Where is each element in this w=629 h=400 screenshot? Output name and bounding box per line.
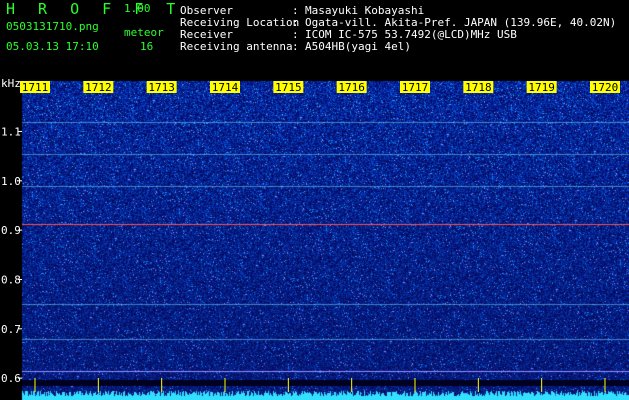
receiver-value: ICOM IC-575 53.7492(@LCD)MHz USB bbox=[305, 28, 517, 41]
time-tick-label: 1719 bbox=[528, 81, 555, 94]
observer-value: Masayuki Kobayashi bbox=[305, 4, 425, 17]
spectrogram-panel: kHz 1711 1712 1713 1714 1715 1716 1717 1718 1719… bbox=[0, 78, 629, 400]
observer-key: Observer bbox=[180, 4, 233, 17]
location-value: Ogata-vill. Akita-Pref. JAPAN (139.96E, … bbox=[305, 16, 617, 29]
antenna-colon: : bbox=[292, 40, 299, 53]
app-title: H R O F F T bbox=[6, 0, 183, 18]
time-tick-label: 1718 bbox=[465, 81, 492, 94]
antenna-key: Receiving antenna bbox=[180, 40, 293, 53]
y-unit-label: kHz bbox=[1, 78, 21, 90]
meteor-count: 16 bbox=[140, 40, 154, 53]
time-tick-label: 1712 bbox=[85, 81, 112, 94]
frequency-tick-label: 0.7 bbox=[1, 323, 21, 336]
time-axis: 1711 1712 1713 1714 1715 1716 1717 1718 1719 1720 bbox=[20, 81, 620, 392]
frequency-tick-label: 1.1 bbox=[1, 125, 21, 138]
time-tick-label: 1713 bbox=[148, 81, 175, 94]
file-name: 0503131710.png bbox=[6, 20, 99, 33]
time-tick-label: 1711 bbox=[22, 81, 49, 94]
frequency-tick-label: 1.0 bbox=[1, 175, 21, 188]
observer-colon: : bbox=[292, 4, 299, 17]
date-time: 05.03.13 17:10 bbox=[6, 40, 99, 53]
time-tick-label: 1715 bbox=[275, 81, 302, 94]
time-tick-label: 1717 bbox=[402, 81, 429, 94]
time-tick-label: 1716 bbox=[338, 81, 365, 94]
location-key: Receiving Location bbox=[180, 16, 300, 29]
frequency-tick-label: 0.8 bbox=[1, 273, 21, 286]
time-tick-label: 1714 bbox=[212, 81, 239, 94]
frequency-tick-label: 0.9 bbox=[1, 224, 21, 237]
meteor-label: meteor bbox=[124, 26, 164, 39]
location-colon: : bbox=[292, 16, 299, 29]
time-tick-label: 1720 bbox=[592, 81, 619, 94]
frequency-tick-label: 0.6 bbox=[1, 372, 21, 385]
spectrogram-overlay: kHz 1711 1712 1713 1714 1715 1716 1717 1718 1719… bbox=[1, 78, 620, 392]
app-version: 1.00 bbox=[124, 2, 151, 15]
header-panel: H R O F F T 1.00 0503131710.png meteor 0… bbox=[0, 0, 629, 78]
receiver-key: Receiver bbox=[180, 28, 233, 41]
antenna-value: A504HB(yagi 4el) bbox=[305, 40, 411, 53]
receiver-colon: : bbox=[292, 28, 299, 41]
frequency-axis: 1.1 1.0 0.9 0.8 0.7 0.6 bbox=[1, 125, 22, 385]
